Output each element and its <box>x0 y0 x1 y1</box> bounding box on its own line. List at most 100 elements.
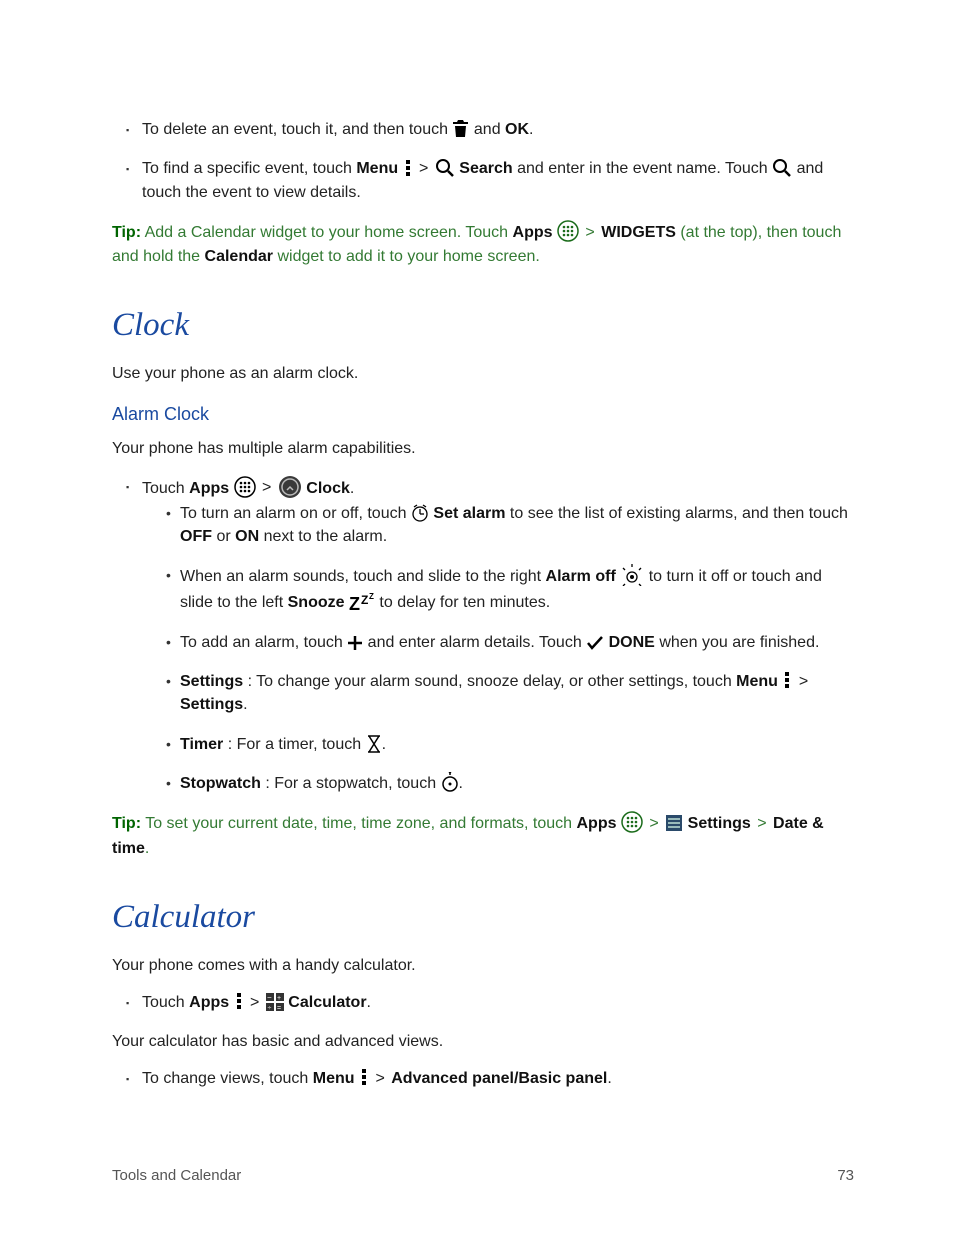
menu-icon <box>234 991 244 1014</box>
settings-label: Settings <box>180 696 243 713</box>
bullet-stopwatch: Stopwatch : For a stopwatch, touch . <box>180 772 854 795</box>
apps-label: Apps <box>189 479 229 496</box>
alarm-clock-icon <box>411 502 429 525</box>
apps-label: Apps <box>513 224 553 241</box>
tip-date-time: Tip: To set your current date, time, tim… <box>112 811 854 859</box>
separator: > <box>248 994 266 1011</box>
bullet-settings: Settings : To change your alarm sound, s… <box>180 670 854 717</box>
stopwatch-icon <box>441 772 459 795</box>
text: . <box>382 736 386 753</box>
alarm-off-label: Alarm off <box>546 568 616 585</box>
clock-label: Clock <box>306 479 350 496</box>
off-label: OFF <box>180 528 212 545</box>
apps-label: Apps <box>577 815 617 832</box>
snooze-label: Snooze <box>288 593 345 610</box>
text: and <box>474 121 505 138</box>
svg-text:−: − <box>267 993 272 1002</box>
ok-label: OK <box>505 121 529 138</box>
clock-heading: Clock <box>112 302 854 350</box>
text: To find a specific event, touch <box>142 160 356 177</box>
bullet-change-view: To change views, touch Menu > Advanced p… <box>142 1067 854 1090</box>
text: Touch <box>142 994 189 1011</box>
bullet-find-event: To find a specific event, touch Menu > S… <box>142 157 854 204</box>
alarm-off-icon <box>620 564 644 589</box>
separator: > <box>583 224 601 241</box>
calculator-label: Calculator <box>288 994 366 1011</box>
text: . <box>367 994 371 1011</box>
settings-heading: Settings <box>180 673 243 690</box>
text: Add a Calendar widget to your home scree… <box>145 224 513 241</box>
calculator-app-icon: −+ ÷ = <box>266 991 284 1014</box>
alarm-clock-heading: Alarm Clock <box>112 401 854 427</box>
trash-icon <box>452 118 469 141</box>
calendar-label: Calendar <box>205 248 273 265</box>
panel-label: Advanced panel/Basic panel <box>391 1070 607 1087</box>
text: To turn an alarm on or off, touch <box>180 505 411 522</box>
menu-label: Menu <box>356 160 398 177</box>
text: To change views, touch <box>142 1070 313 1087</box>
bullet-delete-event: To delete an event, touch it, and then t… <box>142 118 854 141</box>
svg-text:Z: Z <box>361 593 368 607</box>
text: and enter alarm details. Touch <box>368 634 587 651</box>
menu-icon <box>782 670 792 693</box>
apps-icon <box>557 220 579 245</box>
stopwatch-heading: Stopwatch <box>180 775 261 792</box>
text: . <box>459 775 463 792</box>
menu-label: Menu <box>313 1070 355 1087</box>
text: : To change your alarm sound, snooze del… <box>248 673 737 690</box>
footer-page-number: 73 <box>837 1165 854 1187</box>
done-label: DONE <box>609 634 655 651</box>
widgets-label: WIDGETS <box>601 224 676 241</box>
clock-app-icon <box>278 475 302 502</box>
text: . <box>243 696 247 713</box>
svg-text:Z: Z <box>349 594 360 612</box>
text: Touch <box>142 479 189 496</box>
svg-text:+: + <box>277 995 281 1002</box>
text: . <box>350 479 354 496</box>
tip-label: Tip: <box>112 224 141 241</box>
calculator-heading: Calculator <box>112 894 854 942</box>
text: next to the alarm. <box>264 528 388 545</box>
timer-heading: Timer <box>180 736 223 753</box>
text: To add an alarm, touch <box>180 634 347 651</box>
text: . <box>145 840 149 857</box>
svg-text:÷: ÷ <box>267 1005 271 1011</box>
settings-app-icon <box>665 812 683 835</box>
settings-label: Settings <box>688 815 751 832</box>
text: When an alarm sounds, touch and slide to… <box>180 568 546 585</box>
svg-text:=: = <box>277 1005 281 1011</box>
alarm-clock-intro: Your phone has multiple alarm capabiliti… <box>112 437 854 460</box>
text: to delay for ten minutes. <box>379 593 550 610</box>
search-icon <box>772 158 792 181</box>
menu-label: Menu <box>736 673 778 690</box>
separator: > <box>260 479 278 496</box>
separator: > <box>373 1070 391 1087</box>
bullet-open-calculator: Touch Apps > −+ ÷ = Calculator. <box>142 991 854 1014</box>
separator: > <box>797 673 810 690</box>
clock-intro: Use your phone as an alarm clock. <box>112 362 854 385</box>
plus-icon <box>347 631 363 654</box>
separator: > <box>417 160 435 177</box>
apps-label: Apps <box>189 994 229 1011</box>
text: and enter in the event name. Touch <box>517 160 772 177</box>
calculator-views-intro: Your calculator has basic and advanced v… <box>112 1030 854 1053</box>
clock-bullets: Touch Apps > Clock. To turn an alarm on … <box>112 475 854 796</box>
apps-icon <box>621 811 643 836</box>
bullet-add-alarm: To add an alarm, touch and enter alarm d… <box>180 631 854 654</box>
bullet-open-clock: Touch Apps > Clock. To turn an alarm on … <box>142 475 854 796</box>
footer-section: Tools and Calendar <box>112 1165 241 1187</box>
calculator-bullets-2: To change views, touch Menu > Advanced p… <box>112 1067 854 1090</box>
text: widget to add it to your home screen. <box>277 248 539 265</box>
text: : For a stopwatch, touch <box>265 775 440 792</box>
on-label: ON <box>235 528 259 545</box>
set-alarm-label: Set alarm <box>433 505 505 522</box>
search-icon <box>435 158 455 181</box>
bullet-alarm-sounds: When an alarm sounds, touch and slide to… <box>180 564 854 614</box>
text: . <box>607 1070 611 1087</box>
calendar-bullets: To delete an event, touch it, and then t… <box>112 118 854 204</box>
text: . <box>529 121 533 138</box>
text: to see the list of existing alarms, and … <box>510 505 848 522</box>
tip-calendar-widget: Tip: Add a Calendar widget to your home … <box>112 220 854 268</box>
calculator-bullets-1: Touch Apps > −+ ÷ = Calculator. <box>112 991 854 1014</box>
text: To delete an event, touch it, and then t… <box>142 121 452 138</box>
